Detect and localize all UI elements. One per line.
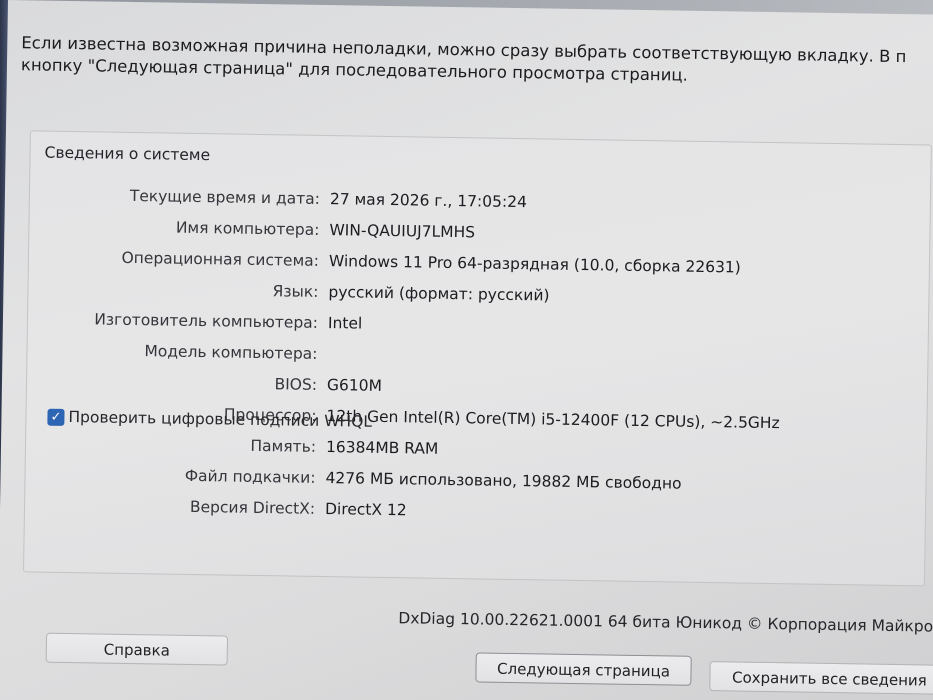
directx-label: Версия DirectX: [189,497,316,518]
group-title: Сведения о системе [44,143,211,165]
next-page-button[interactable]: Следующая страница [475,652,692,686]
memory-label: Память: [250,436,317,456]
system-info-group: Сведения о системе Текущие время и дата:… [23,130,932,587]
screen: Если известна возможная причина неполадк… [0,0,933,700]
checkmark-icon[interactable]: ✓ [47,408,65,426]
dxdiag-window: Если известна возможная причина неполадк… [0,0,933,700]
datetime-label: Текущие время и дата: [129,186,321,208]
memory-value: 16384MB RAM [325,438,439,458]
pagefile-value: 4276 МБ использовано, 19882 МБ свободно [325,469,682,493]
manufacturer-label: Изготовитель компьютера: [94,310,319,332]
bios-label: BIOS: [274,375,318,394]
save-all-button[interactable]: Сохранить все сведения [709,661,933,695]
pagefile-label: Файл подкачки: [184,466,316,487]
version-text: DxDiag 10.00.22621.0001 64 бита Юникод ©… [398,609,933,636]
language-label: Язык: [272,282,319,301]
os-label: Операционная система: [121,248,320,270]
help-button[interactable]: Справка [45,632,229,666]
manufacturer-value: Intel [327,314,363,333]
datetime-value: 27 мая 2026 г., 17:05:24 [329,190,528,212]
computer-name-label: Имя компьютера: [175,218,320,239]
language-value: русский (формат: русский) [328,283,550,305]
model-label: Модель компьютера: [144,342,318,363]
os-value: Windows 11 Pro 64-разрядная (10.0, сборк… [328,252,741,277]
bios-value: G610M [326,376,383,395]
processor-value: 12th Gen Intel(R) Core(TM) i5-12400F (12… [326,407,780,433]
computer-name-value: WIN-QAUIUJ7LMHS [329,221,476,242]
intro-text: Если известна возможная причина неполадк… [21,32,933,91]
directx-value: DirectX 12 [324,500,407,520]
